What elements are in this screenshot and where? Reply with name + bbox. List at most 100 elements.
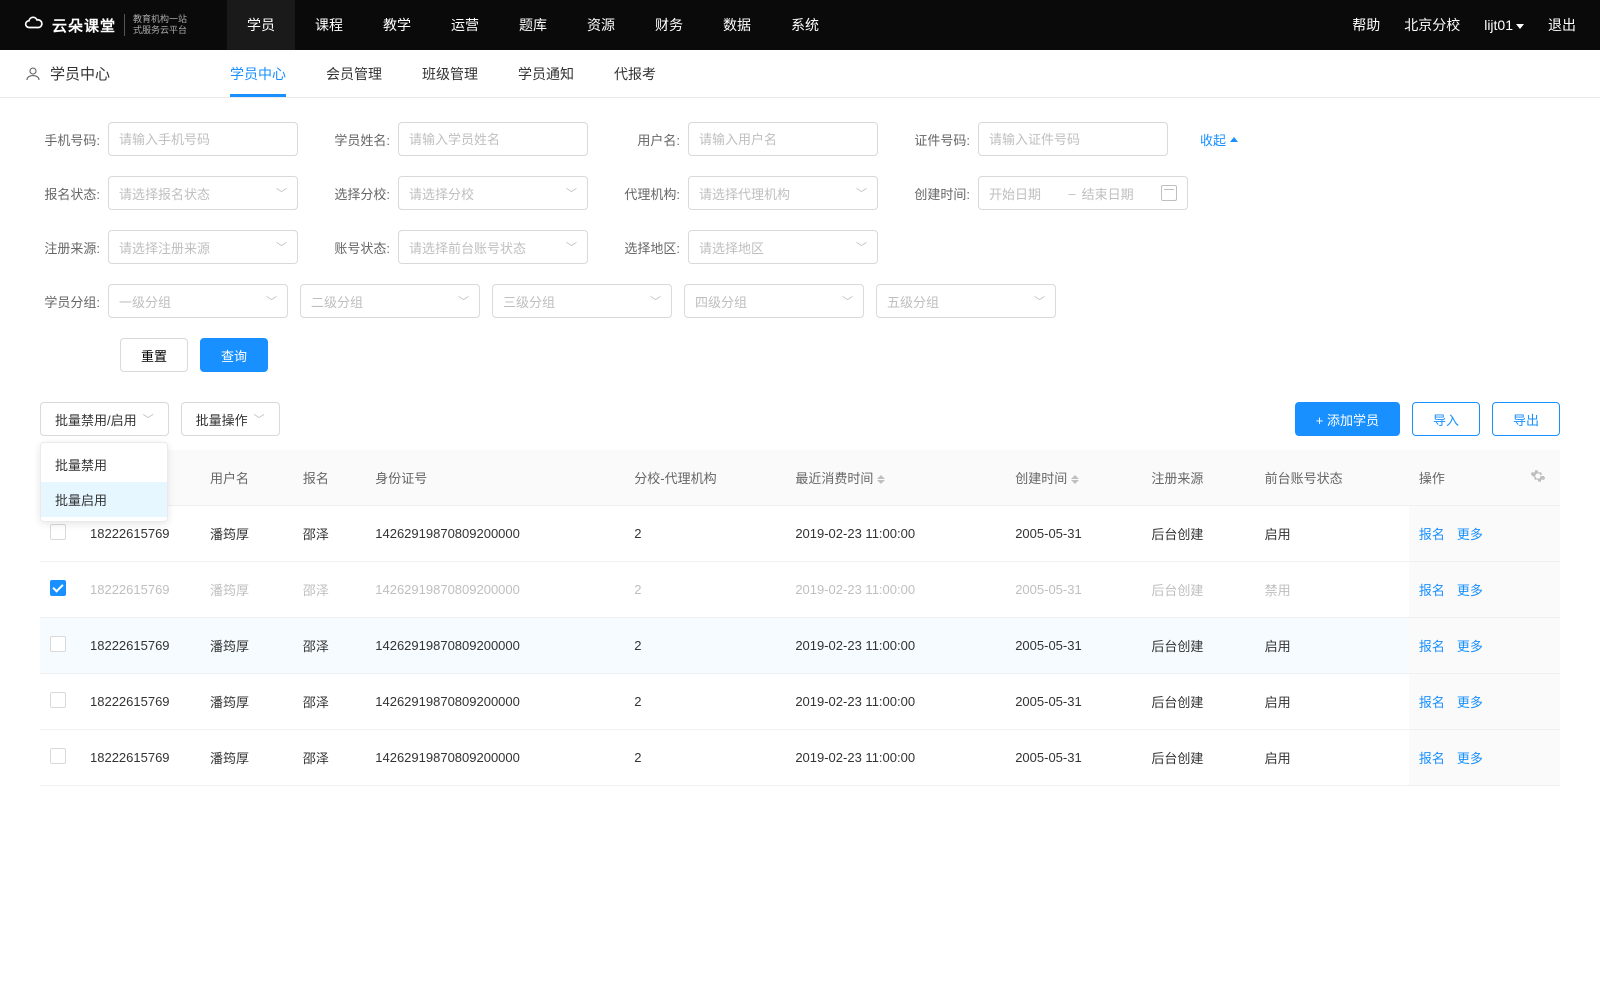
topnav-item[interactable]: 财务 xyxy=(635,0,703,50)
chevron-down-icon: ﹀ xyxy=(276,239,287,255)
create-time-range[interactable]: 开始日期 – 结束日期 xyxy=(978,176,1188,210)
user-icon xyxy=(24,65,42,83)
row-more-link[interactable]: 更多 xyxy=(1457,695,1483,710)
menu-bulk-enable[interactable]: 批量启用 xyxy=(41,482,167,517)
import-button[interactable]: 导入 xyxy=(1412,402,1480,436)
cell-idno: 14262919870809200000 xyxy=(365,618,624,674)
row-enroll-link[interactable]: 报名 xyxy=(1419,639,1445,654)
search-button[interactable]: 查询 xyxy=(200,338,268,372)
topnav-item[interactable]: 题库 xyxy=(499,0,567,50)
col-last-consume[interactable]: 最近消费时间 xyxy=(785,450,1005,506)
user-menu[interactable]: lijt01 xyxy=(1484,17,1524,33)
col-reg-source[interactable]: 注册来源 xyxy=(1141,450,1254,506)
menu-bulk-disable[interactable]: 批量禁用 xyxy=(41,447,167,482)
calendar-icon xyxy=(1161,185,1177,201)
cell-acct-status: 禁用 xyxy=(1255,562,1409,618)
name-input[interactable] xyxy=(398,122,588,156)
logout-link[interactable]: 退出 xyxy=(1548,15,1576,35)
cell-last-consume: 2019-02-23 11:00:00 xyxy=(785,730,1005,786)
row-more-link[interactable]: 更多 xyxy=(1457,527,1483,542)
bulk-toggle-dropdown[interactable]: 批量禁用/启用 ﹀ xyxy=(40,402,169,436)
topnav-item[interactable]: 系统 xyxy=(771,0,839,50)
group-select[interactable]: 四级分组﹀ xyxy=(684,284,864,318)
table-row: 18222615769潘筠厚邵泽142629198708092000002201… xyxy=(40,506,1560,562)
subnav-item[interactable]: 学员通知 xyxy=(518,50,574,97)
export-button[interactable]: 导出 xyxy=(1492,402,1560,436)
cell-create-time: 2005-05-31 xyxy=(1005,730,1141,786)
cell-acct-status: 启用 xyxy=(1255,506,1409,562)
subnav-item[interactable]: 会员管理 xyxy=(326,50,382,97)
group-select[interactable]: 一级分组﹀ xyxy=(108,284,288,318)
topnav-item[interactable]: 数据 xyxy=(703,0,771,50)
chevron-down-icon: ﹀ xyxy=(842,293,853,309)
topnav-items: 学员课程教学运营题库资源财务数据系统 xyxy=(227,0,839,50)
row-enroll-link[interactable]: 报名 xyxy=(1419,583,1445,598)
subnav: 学员中心 学员中心会员管理班级管理学员通知代报考 xyxy=(0,50,1600,98)
table-row: 18222615769潘筠厚邵泽142629198708092000002201… xyxy=(40,562,1560,618)
group-select[interactable]: 三级分组﹀ xyxy=(492,284,672,318)
bulk-ops-dropdown[interactable]: 批量操作 ﹀ xyxy=(181,402,280,436)
add-student-button[interactable]: + 添加学员 xyxy=(1295,402,1400,436)
cell-branch: 2 xyxy=(624,674,785,730)
row-checkbox[interactable] xyxy=(50,524,66,540)
col-enroll[interactable]: 报名 xyxy=(293,450,365,506)
cell-create-time: 2005-05-31 xyxy=(1005,618,1141,674)
row-more-link[interactable]: 更多 xyxy=(1457,583,1483,598)
chevron-down-icon: ﹀ xyxy=(566,185,577,201)
action-bar: 批量禁用/启用 ﹀ 批量操作 ﹀ 批量禁用 批量启用 + 添加学员 导入 导出 xyxy=(0,402,1600,450)
cell-enroll: 邵泽 xyxy=(293,674,365,730)
phone-input[interactable] xyxy=(108,122,298,156)
subnav-item[interactable]: 代报考 xyxy=(614,50,656,97)
topnav-item[interactable]: 运营 xyxy=(431,0,499,50)
cell-reg-source: 后台创建 xyxy=(1141,730,1254,786)
col-username[interactable]: 用户名 xyxy=(200,450,293,506)
row-enroll-link[interactable]: 报名 xyxy=(1419,527,1445,542)
table-header-row: 用户名 报名 身份证号 分校-代理机构 最近消费时间 创建时间 注册来源 前台账… xyxy=(40,450,1560,506)
cell-reg-source: 后台创建 xyxy=(1141,674,1254,730)
students-table: 用户名 报名 身份证号 分校-代理机构 最近消费时间 创建时间 注册来源 前台账… xyxy=(40,450,1560,786)
cell-reg-source: 后台创建 xyxy=(1141,506,1254,562)
row-checkbox[interactable] xyxy=(50,692,66,708)
reset-button[interactable]: 重置 xyxy=(120,338,188,372)
group-select[interactable]: 二级分组﹀ xyxy=(300,284,480,318)
chevron-down-icon: ﹀ xyxy=(566,239,577,255)
branch-link[interactable]: 北京分校 xyxy=(1404,15,1460,35)
subnav-item[interactable]: 学员中心 xyxy=(230,50,286,97)
subnav-items: 学员中心会员管理班级管理学员通知代报考 xyxy=(230,50,656,97)
row-enroll-link[interactable]: 报名 xyxy=(1419,695,1445,710)
topnav-item[interactable]: 学员 xyxy=(227,0,295,50)
row-checkbox[interactable] xyxy=(50,636,66,652)
cell-branch: 2 xyxy=(624,506,785,562)
topnav-item[interactable]: 课程 xyxy=(295,0,363,50)
filter-enroll-status: 报名状态: 请选择报名状态﹀ xyxy=(40,176,298,210)
region-select[interactable]: 请选择地区﹀ xyxy=(688,230,878,264)
branch-select[interactable]: 请选择分校﹀ xyxy=(398,176,588,210)
topnav-item[interactable]: 教学 xyxy=(363,0,431,50)
help-link[interactable]: 帮助 xyxy=(1352,15,1380,35)
col-branch[interactable]: 分校-代理机构 xyxy=(624,450,785,506)
topnav-item[interactable]: 资源 xyxy=(567,0,635,50)
collapse-toggle[interactable]: 收起 xyxy=(1200,130,1238,149)
acct-status-select[interactable]: 请选择前台账号状态﹀ xyxy=(398,230,588,264)
row-checkbox[interactable] xyxy=(50,580,66,596)
cell-idno: 14262919870809200000 xyxy=(365,506,624,562)
col-idno[interactable]: 身份证号 xyxy=(365,450,624,506)
col-create-time[interactable]: 创建时间 xyxy=(1005,450,1141,506)
gear-icon[interactable] xyxy=(1530,468,1546,484)
subnav-item[interactable]: 班级管理 xyxy=(422,50,478,97)
idno-input[interactable] xyxy=(978,122,1168,156)
row-checkbox[interactable] xyxy=(50,748,66,764)
cell-branch: 2 xyxy=(624,562,785,618)
group-select[interactable]: 五级分组﹀ xyxy=(876,284,1056,318)
username-input[interactable] xyxy=(688,122,878,156)
reg-source-select[interactable]: 请选择注册来源﹀ xyxy=(108,230,298,264)
row-more-link[interactable]: 更多 xyxy=(1457,751,1483,766)
agency-select[interactable]: 请选择代理机构﹀ xyxy=(688,176,878,210)
brand-text: 云朵课堂 xyxy=(52,15,116,36)
row-enroll-link[interactable]: 报名 xyxy=(1419,751,1445,766)
row-more-link[interactable]: 更多 xyxy=(1457,639,1483,654)
enroll-status-select[interactable]: 请选择报名状态﹀ xyxy=(108,176,298,210)
topnav-right: 帮助 北京分校 lijt01 退出 xyxy=(1352,15,1576,35)
chevron-down-icon: ﹀ xyxy=(254,411,265,427)
col-acct-status[interactable]: 前台账号状态 xyxy=(1255,450,1409,506)
